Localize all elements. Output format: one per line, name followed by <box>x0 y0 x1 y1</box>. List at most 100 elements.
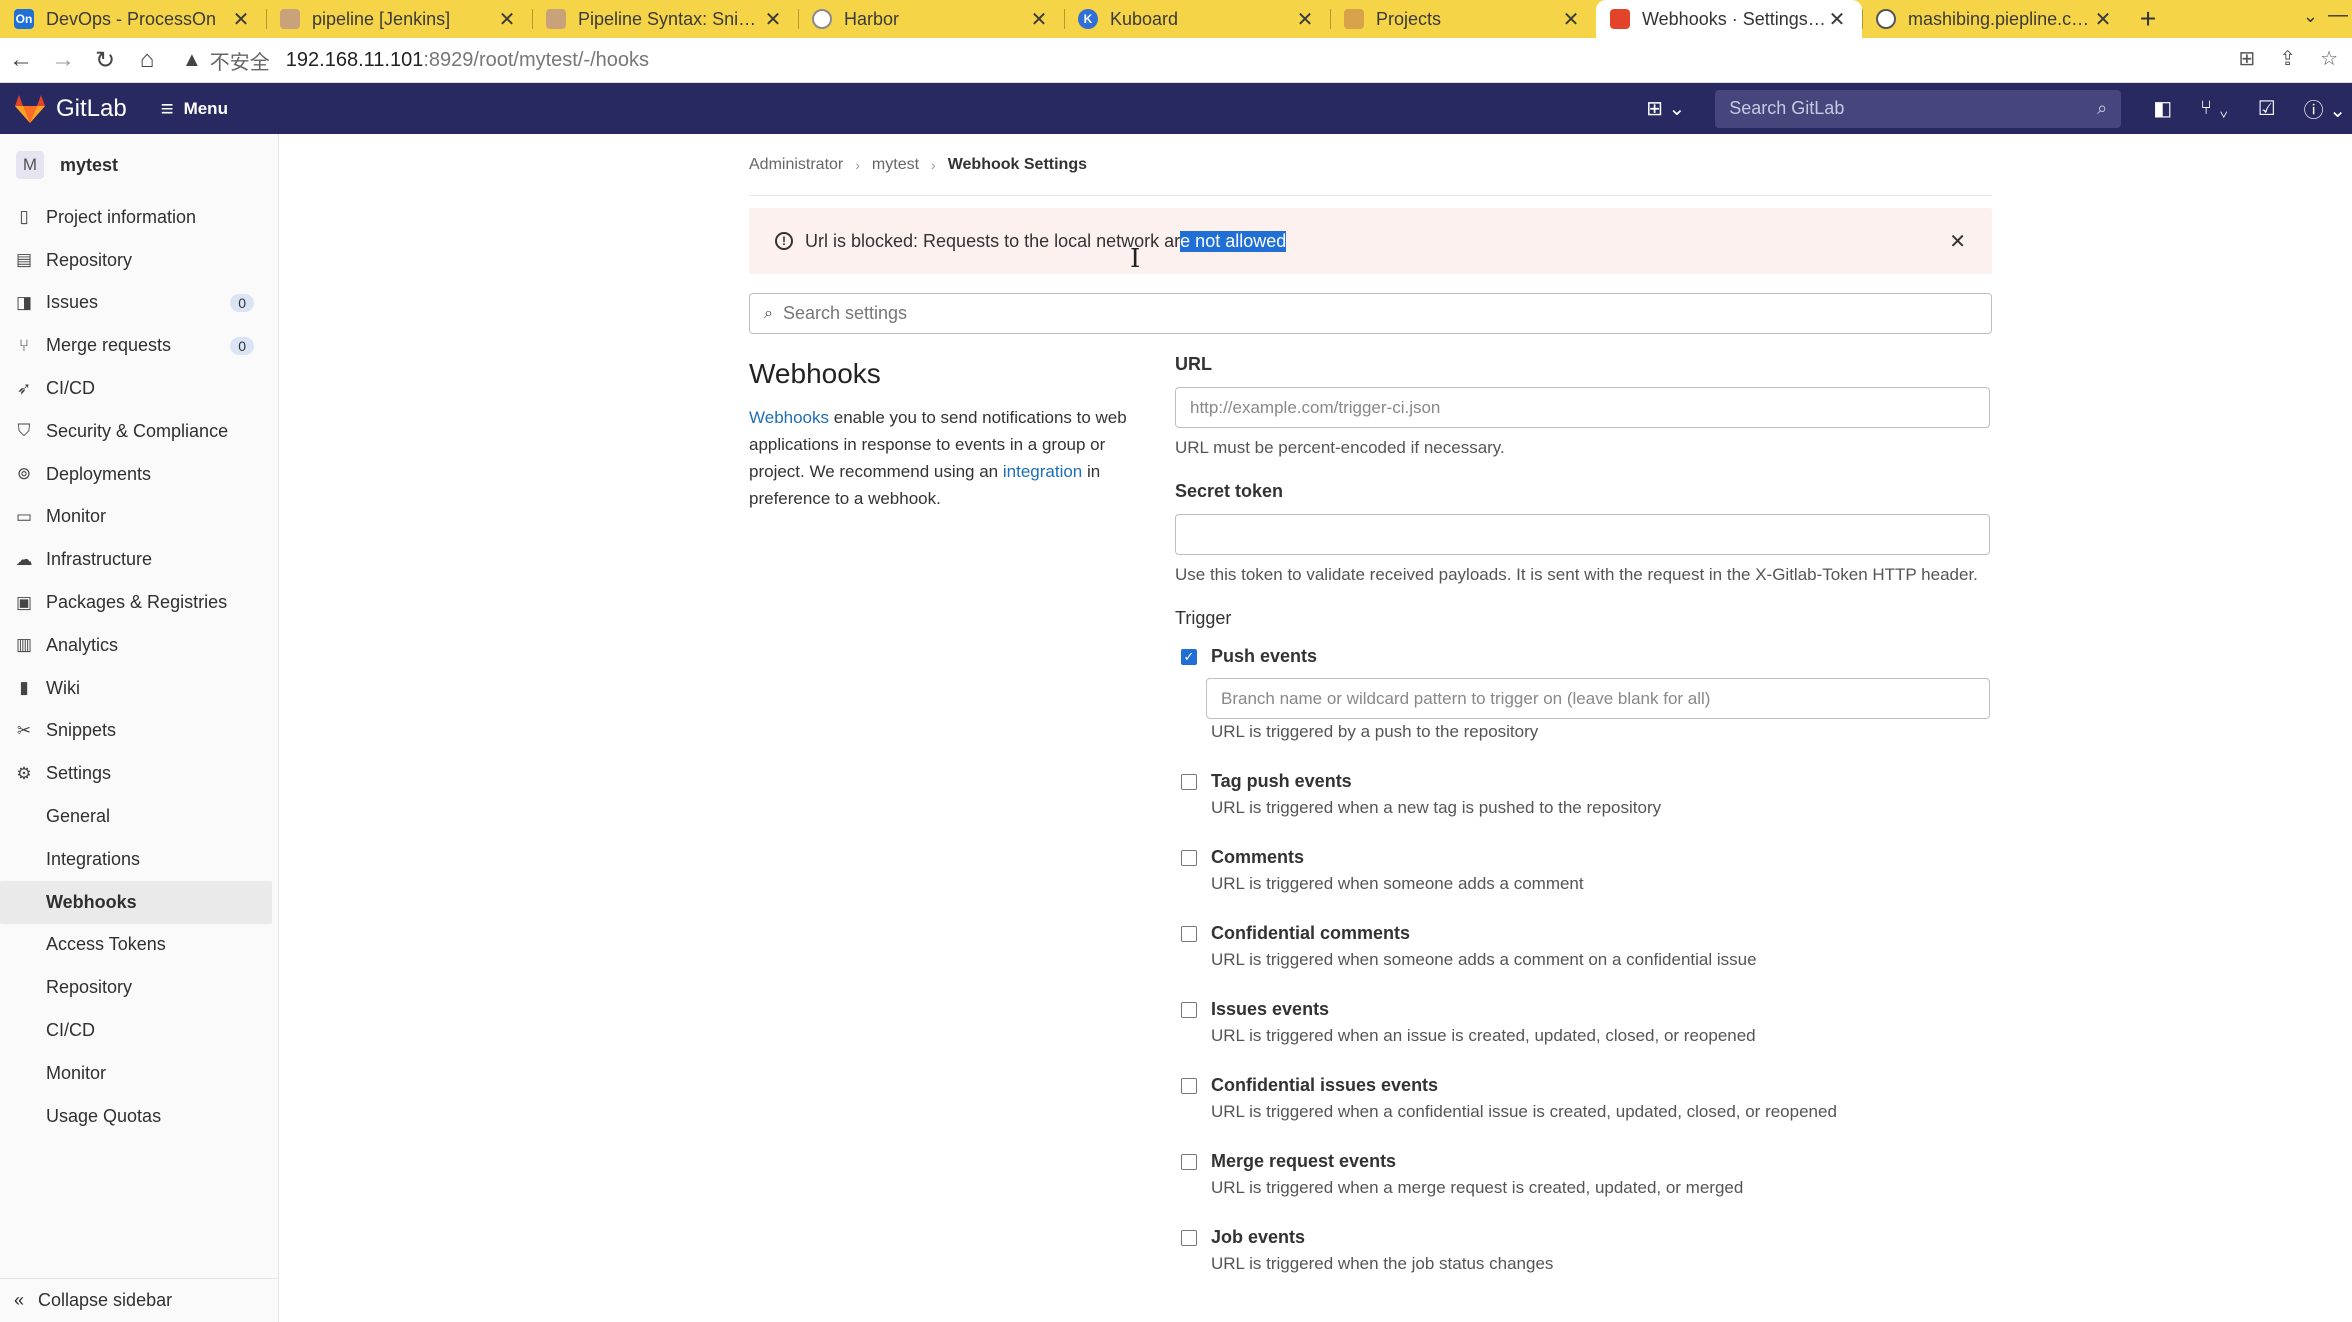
document-icon: ▯ <box>19 207 29 227</box>
secret-token-input[interactable] <box>1175 514 1990 555</box>
gitlab-search-input[interactable]: Search GitLab ⌕ <box>1715 89 2122 128</box>
home-icon[interactable]: ⌂ <box>126 46 168 74</box>
trigger-merge-request-events: Merge request events URL is triggered wh… <box>1175 1148 1990 1201</box>
sidebar-item-repository[interactable]: ▤ Repository <box>0 239 278 282</box>
sidebar-item-deployments[interactable]: ⊚ Deployments <box>0 453 278 496</box>
gitlab-logo-icon <box>15 94 45 123</box>
url-input[interactable]: http://example.com/trigger-ci.json <box>1175 387 1990 428</box>
secret-token-label: Secret token <box>1175 481 1284 501</box>
sidebar-item-monitor[interactable]: ▭ Monitor <box>0 496 278 539</box>
sidebar-subitem-access-tokens[interactable]: Access Tokens <box>0 924 278 967</box>
sidebar-item-label: Packages & Registries <box>46 592 228 613</box>
kuboard-icon: K <box>1078 9 1098 29</box>
tab-title: mashibing.piepline.com <box>1908 8 2092 29</box>
sidebar-item-label: Monitor <box>46 506 107 527</box>
close-tab-icon[interactable]: ✕ <box>1826 7 1848 32</box>
browser-tab[interactable]: On DevOps - ProcessOn ✕ <box>0 0 266 38</box>
sidebar-item-wiki[interactable]: ▮ Wiki <box>0 667 278 710</box>
search-settings-input[interactable]: ⌕ Search settings <box>749 293 1992 334</box>
package-icon: ▣ <box>15 592 33 612</box>
browser-tab[interactable]: Pipeline Syntax: Snippet ✕ <box>532 0 798 38</box>
sidebar-item-label: Security & Compliance <box>46 420 229 441</box>
integration-link[interactable]: integration <box>1003 462 1082 481</box>
comments-checkbox[interactable] <box>1181 849 1197 866</box>
breadcrumb-project[interactable]: mytest <box>872 156 919 174</box>
close-tab-icon[interactable]: ✕ <box>1560 7 1582 32</box>
trigger-description: URL is triggered when someone adds a com… <box>1211 950 1757 969</box>
branch-filter-input[interactable]: Branch name or wildcard pattern to trigg… <box>1206 678 1990 719</box>
url-field[interactable]: ▲ 不安全 192.168.11.101:8929/root/mytest/-/… <box>176 38 649 83</box>
browser-tab-active[interactable]: Webhooks · Settings · A ✕ <box>1596 0 1862 38</box>
close-tab-icon[interactable]: ✕ <box>762 7 784 32</box>
reload-icon[interactable]: ↻ <box>84 46 126 75</box>
browser-tab[interactable]: Projects ✕ <box>1330 0 1596 38</box>
browser-tab[interactable]: pipeline [Jenkins] ✕ <box>266 0 532 38</box>
close-tab-icon[interactable]: ✕ <box>496 7 518 32</box>
forward-icon[interactable]: → <box>42 46 84 74</box>
issues-todo-icon[interactable]: ◧ <box>2153 96 2172 121</box>
todo-icon[interactable]: ☑ <box>2258 96 2276 121</box>
sidebar-subitem-cicd[interactable]: CI/CD <box>0 1009 278 1052</box>
issues-events-checkbox[interactable] <box>1181 1001 1197 1018</box>
tab-title: Projects <box>1376 8 1442 29</box>
minimize-icon[interactable]: — <box>2328 4 2348 27</box>
gitlab-logo[interactable]: GitLab <box>14 94 127 124</box>
tab-title: Pipeline Syntax: Snippet <box>578 8 762 29</box>
help-icon[interactable]: ⓘ ⌄ <box>2304 94 2346 123</box>
close-tab-icon[interactable]: ✕ <box>1028 7 1050 32</box>
double-chevron-left-icon: « <box>14 1290 25 1310</box>
trigger-description: URL is triggered when an issue is create… <box>1211 1026 1756 1045</box>
close-tab-icon[interactable]: ✕ <box>230 7 252 32</box>
merge-request-events-checkbox[interactable] <box>1181 1153 1197 1170</box>
collapse-sidebar-button[interactable]: « Collapse sidebar <box>0 1278 279 1322</box>
star-icon[interactable]: ☆ <box>2320 46 2338 71</box>
sidebar-item-snippets[interactable]: ✂ Snippets <box>0 710 278 753</box>
sidebar-item-merge-requests[interactable]: ⑂ Merge requests 0 <box>0 324 278 367</box>
sidebar-item-settings[interactable]: ⚙ Settings <box>0 752 278 795</box>
menu-button[interactable]: ≡ Menu <box>161 96 228 122</box>
sidebar-subitem-webhooks[interactable]: Webhooks <box>0 880 272 924</box>
sidebar-item-label: Issues <box>46 292 99 313</box>
webhooks-docs-link[interactable]: Webhooks <box>749 408 829 427</box>
breadcrumb: Administrator › mytest › Webhook Setting… <box>749 134 1992 196</box>
share-icon[interactable]: ⇪ <box>2279 46 2296 71</box>
close-tab-icon[interactable]: ✕ <box>1294 7 1316 32</box>
trigger-label: Trigger <box>1175 608 1232 628</box>
breadcrumb-administrator[interactable]: Administrator <box>749 156 843 174</box>
close-tab-icon[interactable]: ✕ <box>2092 7 2114 32</box>
tag-push-events-checkbox[interactable] <box>1181 773 1197 790</box>
sidebar-item-packages-registries[interactable]: ▣ Packages & Registries <box>0 581 278 624</box>
job-events-checkbox[interactable] <box>1181 1229 1197 1246</box>
sidebar-item-label: Merge requests <box>46 335 172 356</box>
back-icon[interactable]: ← <box>0 46 42 74</box>
sidebar-subitem-usage-quotas[interactable]: Usage Quotas <box>0 1095 278 1138</box>
merge-request-icon: ⑂ <box>18 335 30 355</box>
create-new-icon[interactable]: ⊞ ⌄ <box>1646 96 1685 121</box>
sidebar-subitem-general[interactable]: General <box>0 795 278 838</box>
confidential-issues-events-checkbox[interactable] <box>1181 1077 1197 1094</box>
browser-tab[interactable]: K Kuboard ✕ <box>1064 0 1330 38</box>
sidebar-subitem-repository[interactable]: Repository <box>0 966 278 1009</box>
sidebar-item-cicd[interactable]: ➶ CI/CD <box>0 367 278 410</box>
sidebar-subitem-monitor[interactable]: Monitor <box>0 1052 278 1095</box>
sidebar-project-header[interactable]: M mytest <box>0 134 278 196</box>
chevron-down-icon[interactable]: ⌄ <box>2303 6 2318 27</box>
confidential-comments-checkbox[interactable] <box>1181 925 1197 942</box>
push-events-checkbox[interactable]: ✓ <box>1181 648 1197 665</box>
sidebar-item-project-information[interactable]: ▯ Project information <box>0 196 278 239</box>
new-tab-button[interactable]: + <box>2128 0 2168 38</box>
collapse-sidebar-label: Collapse sidebar <box>38 1290 173 1310</box>
sidebar-item-infrastructure[interactable]: ☁ Infrastructure <box>0 538 278 581</box>
sidebar-subitem-integrations[interactable]: Integrations <box>0 838 278 881</box>
sidebar-item-analytics[interactable]: ▥ Analytics <box>0 624 278 667</box>
breadcrumb-current[interactable]: Webhook Settings <box>948 156 1087 174</box>
sidebar-item-issues[interactable]: ◨ Issues 0 <box>0 282 278 325</box>
sidebar-item-security-compliance[interactable]: ⛉ Security & Compliance <box>0 410 278 453</box>
browser-tab[interactable]: Harbor ✕ <box>798 0 1064 38</box>
merge-request-icon[interactable]: ⑂ ⌄ <box>2200 97 2230 120</box>
error-alert: ! Url is blocked: Requests to the local … <box>749 208 1992 274</box>
trigger-description: URL is triggered when a merge request is… <box>1211 1178 1744 1197</box>
translate-icon[interactable]: ⊞ <box>2239 46 2256 71</box>
close-icon[interactable]: ✕ <box>1949 229 1966 254</box>
browser-tab[interactable]: mashibing.piepline.com ✕ <box>1862 0 2128 38</box>
